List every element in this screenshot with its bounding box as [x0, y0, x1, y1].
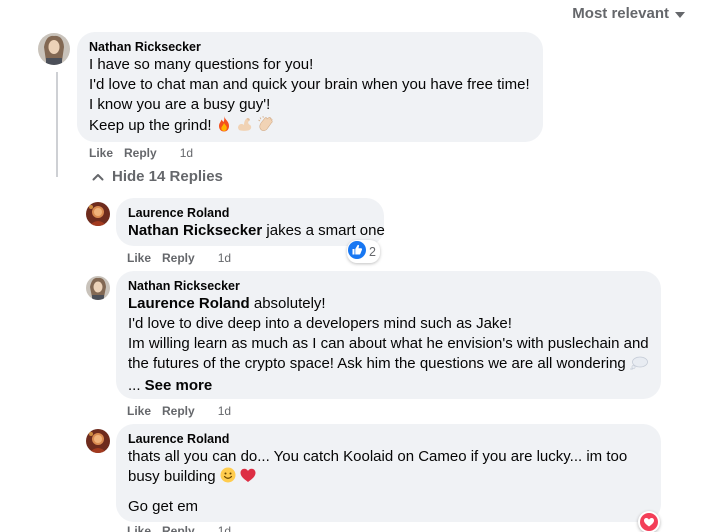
thread-line [56, 72, 58, 177]
reply-line: thats all you can do... You catch Koolai… [128, 448, 628, 465]
timestamp[interactable]: 1d [218, 251, 231, 265]
smile-emoji-icon [220, 467, 236, 489]
timestamp[interactable]: 1d [218, 524, 231, 532]
red-heart-emoji-icon [240, 468, 256, 489]
fire-emoji-icon [216, 115, 232, 138]
reply-bubble: Laurence Roland Nathan Ricksecker jakes … [116, 198, 385, 246]
comment-line: I know you are a busy guy'! [89, 96, 271, 113]
comment-line: I have so many questions for you! [89, 56, 314, 73]
mention-link[interactable]: Nathan Ricksecker [128, 222, 262, 239]
reply-text-body: absolutely! [249, 295, 326, 312]
comment-actions: Like Reply 1d [89, 146, 193, 160]
reply-actions: Like Reply 1d [127, 251, 231, 265]
caret-down-icon [675, 11, 685, 18]
chevron-up-icon [92, 173, 104, 181]
reply-button[interactable]: Reply [162, 251, 195, 265]
reply-line: Im willing learn as much as I can about … [128, 335, 649, 352]
comment-line-text: Keep up the grind! [89, 117, 212, 134]
thought-balloon-emoji-icon [630, 356, 648, 376]
avatar[interactable] [86, 202, 110, 226]
reply-text: Nathan Ricksecker jakes a smart one [128, 221, 385, 241]
hide-replies-label: Hide 14 Replies [112, 168, 223, 185]
reply-line-text: busy building [128, 468, 216, 485]
like-button[interactable]: Like [89, 146, 113, 160]
comment-line: I'd love to chat man and quick your brai… [89, 76, 530, 93]
reply-author[interactable]: Laurence Roland [128, 431, 649, 447]
reply-button[interactable]: Reply [162, 524, 195, 532]
mention-link[interactable]: Laurence Roland [128, 295, 250, 312]
reply-author[interactable]: Laurence Roland [128, 205, 372, 221]
avatar[interactable] [86, 276, 110, 300]
muscle-emoji-icon [236, 115, 253, 138]
sort-dropdown[interactable]: Most relevant [572, 5, 685, 22]
reply-line: I'd love to dive deep into a developers … [128, 315, 512, 332]
like-button[interactable]: Like [127, 251, 151, 265]
timestamp[interactable]: 1d [218, 404, 231, 418]
reply-line: the futures of the crypto space! Ask him… [128, 354, 649, 376]
avatar[interactable] [86, 429, 110, 453]
reply-line: busy building [128, 467, 649, 489]
reply-button[interactable]: Reply [162, 404, 195, 418]
reply-actions: Like Reply 1d [127, 524, 231, 532]
like-button[interactable]: Like [127, 524, 151, 532]
reaction-badge[interactable]: 2 [347, 240, 380, 263]
like-reaction-icon [348, 241, 366, 262]
love-reaction-badge[interactable] [638, 511, 660, 532]
reply-text-body: jakes a smart one [262, 222, 385, 239]
reaction-count: 2 [369, 244, 376, 259]
clap-emoji-icon [257, 115, 274, 138]
comment-bubble: Nathan Ricksecker I have so many questio… [77, 32, 543, 142]
comment-author[interactable]: Nathan Ricksecker [89, 39, 531, 55]
timestamp[interactable]: 1d [180, 146, 193, 160]
reply-line-text: the futures of the crypto space! Ask him… [128, 355, 626, 372]
see-more-link[interactable]: See more [145, 377, 213, 394]
sort-label: Most relevant [572, 5, 669, 22]
reply-text: Laurence Roland absolutely! [128, 294, 649, 314]
reply-author[interactable]: Nathan Ricksecker [128, 278, 649, 294]
ellipsis-text: ... [128, 377, 145, 394]
reply-line: Go get em [128, 498, 199, 515]
reply-bubble: Nathan Ricksecker Laurence Roland absolu… [116, 271, 661, 399]
reply-button[interactable]: Reply [124, 146, 157, 160]
reply-actions: Like Reply 1d [127, 404, 231, 418]
hide-replies-button[interactable]: Hide 14 Replies [92, 168, 223, 185]
reply-line: ... See more [128, 376, 649, 396]
avatar[interactable] [38, 33, 70, 65]
comment-line-last: Keep up the grind! [89, 115, 531, 138]
like-button[interactable]: Like [127, 404, 151, 418]
reply-bubble: Laurence Roland thats all you can do... … [116, 424, 661, 522]
